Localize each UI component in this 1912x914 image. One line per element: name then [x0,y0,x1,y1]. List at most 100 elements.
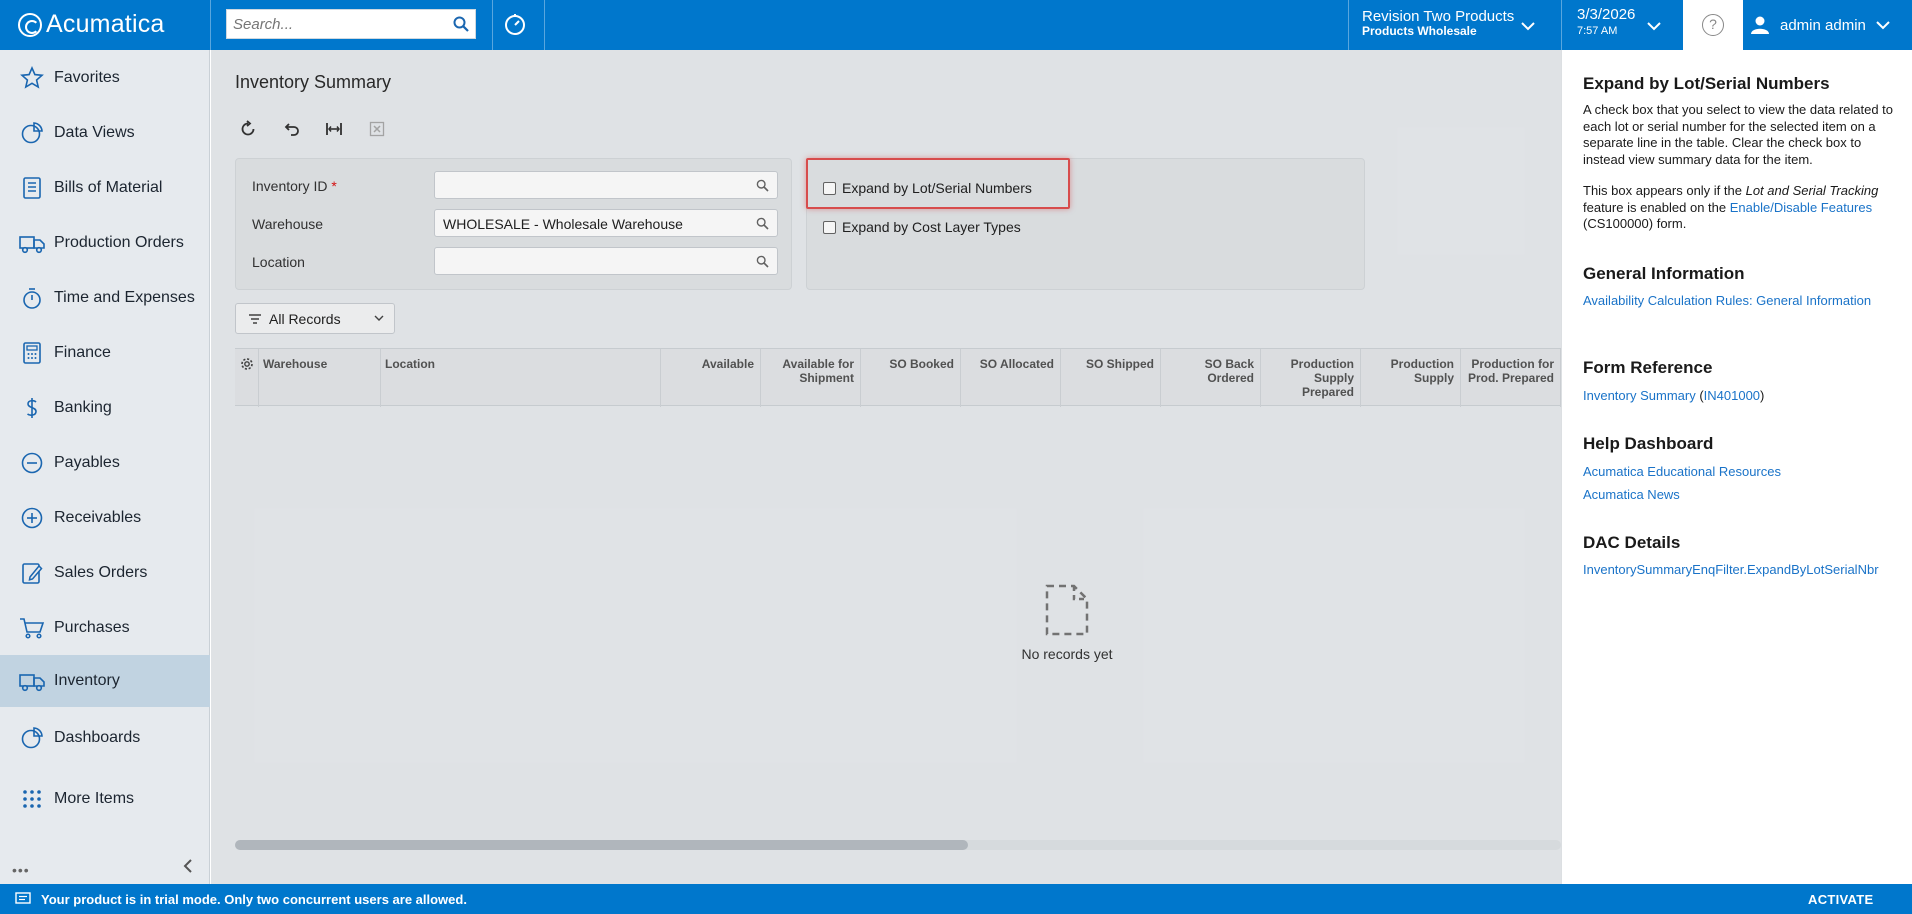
business-date[interactable]: 3/3/2026 7:57 AM [1577,7,1635,39]
search-icon[interactable] [756,217,769,233]
acumatica-news-link[interactable]: Acumatica News [1583,486,1903,504]
sidebar-footer: ••• [0,850,210,884]
fit-width-icon [326,123,342,135]
sidebar-item-production-orders[interactable]: Production Orders [0,217,210,269]
acumatica-logo[interactable]: Acumatica [18,10,165,39]
help-title: Expand by Lot/Serial Numbers [1583,74,1830,93]
horizontal-scrollbar[interactable] [235,840,1561,850]
tenant-branch: Products Wholesale [1362,24,1477,38]
sidebar-item-label: Finance [54,344,111,361]
enable-disable-features-link[interactable]: Enable/Disable Features [1730,200,1872,215]
educational-resources-link[interactable]: Acumatica Educational Resources [1583,463,1903,481]
sidebar-item-sales-orders[interactable]: Sales Orders [0,547,210,599]
refresh-button[interactable] [235,116,261,142]
activate-button[interactable]: ACTIVATE [1808,892,1873,907]
location-field[interactable] [434,247,778,275]
sidebar-item-finance[interactable]: Finance [0,327,210,379]
refresh-icon [241,120,255,136]
sidebar-item-receivables[interactable]: Receivables [0,492,210,544]
pie-chart-icon [19,725,45,751]
inventory-summary-link[interactable]: Inventory Summary [1583,388,1696,403]
collapse-sidebar-icon[interactable] [182,858,194,877]
tenant-selector[interactable]: Revision Two Products Products Wholesale [1362,9,1514,39]
trial-message: Your product is in trial mode. Only two … [41,892,467,907]
star-icon [19,65,45,91]
sidebar-item-time-and-expenses[interactable]: Time and Expenses [0,272,210,324]
truck-icon [19,230,45,256]
help-button[interactable]: ? [1683,0,1743,50]
column-header-so-allocated[interactable]: SO Allocated [961,349,1061,407]
chevron-down-icon[interactable] [1521,18,1535,34]
time-text: 7:57 AM [1577,25,1618,37]
location-label: Location [252,254,305,270]
sidebar-item-data-views[interactable]: Data Views [0,107,210,159]
empty-state: No records yet [1002,583,1132,662]
column-settings-button[interactable] [235,349,259,407]
sidebar-item-favorites[interactable]: Favorites [0,52,210,104]
dac-field-link[interactable]: InventorySummaryEnqFilter.ExpandByLotSer… [1583,561,1901,579]
global-search[interactable] [226,9,476,39]
column-header-production-supply[interactable]: Production Supply [1361,349,1461,407]
more-icon[interactable]: ••• [12,862,30,878]
sidebar-item-inventory[interactable]: Inventory [0,655,210,707]
undo-icon [284,123,299,136]
fit-to-screen-button[interactable] [321,116,347,142]
filter-dropdown[interactable]: All Records [235,303,395,334]
sidebar-item-banking[interactable]: Banking [0,382,210,434]
question-icon: ? [1702,14,1724,36]
inventory-id-field[interactable] [434,171,778,199]
export-excel-button[interactable] [364,116,390,142]
checkbox[interactable] [823,220,836,234]
sidebar-item-label: Dashboards [54,729,141,746]
expand-cost-layer-checkbox[interactable]: Expand by Cost Layer Types [823,219,1021,235]
grid-header: Warehouse Location Available Available f… [235,348,1561,407]
column-header-warehouse[interactable]: Warehouse [259,349,381,407]
excel-icon [369,121,385,137]
search-icon[interactable] [756,179,769,195]
help-panel: Expand by Lot/Serial Numbers A check box… [1561,50,1912,884]
sidebar-item-bills-of-material[interactable]: Bills of Material [0,162,210,214]
search-icon[interactable] [453,16,469,35]
general-information-heading: General Information [1583,264,1745,283]
sidebar-item-more-items[interactable]: More Items [0,773,210,825]
column-header-so-shipped[interactable]: SO Shipped [1061,349,1161,407]
sidebar-item-label: Data Views [54,124,135,141]
divider [1348,0,1349,50]
column-header-production-for-prod-prepared[interactable]: Production for Prod. Prepared [1461,349,1561,407]
sidebar-item-payables[interactable]: Payables [0,437,210,489]
column-header-available[interactable]: Available [661,349,761,407]
sidebar-item-label: Receivables [54,509,142,526]
column-header-so-booked[interactable]: SO Booked [861,349,961,407]
sidebar-item-dashboards[interactable]: Dashboards [0,712,210,764]
pie-chart-icon [19,120,45,146]
user-menu[interactable]: admin admin [1750,0,1890,50]
empty-document-icon [1045,584,1089,636]
edit-document-icon [19,560,45,586]
availability-calculation-rules-link[interactable]: Availability Calculation Rules: General … [1583,292,1903,310]
scrollbar-thumb[interactable] [235,840,968,850]
top-bar: Acumatica Revision Two Products Products… [0,0,1912,50]
message-icon [15,892,31,904]
inventory-id-label: Inventory ID * [252,178,337,194]
filter-icon [249,313,261,324]
sidebar-item-purchases[interactable]: Purchases [0,602,210,654]
warehouse-field[interactable]: WHOLESALE - Wholesale Warehouse [434,209,778,237]
form-code-link[interactable]: IN401000 [1704,388,1760,403]
column-header-production-supply-prepared[interactable]: Production Supply Prepared [1261,349,1361,407]
search-icon[interactable] [756,255,769,271]
trial-notice-bar: Your product is in trial mode. Only two … [0,884,1912,914]
stopwatch-icon [19,285,45,311]
column-header-location[interactable]: Location [381,349,661,407]
sidebar-item-label: Bills of Material [54,179,163,196]
date-text: 3/3/2026 [1577,6,1636,23]
calculator-icon [19,340,45,366]
history-button[interactable] [503,12,527,39]
column-header-available-for-shipment[interactable]: Available for Shipment [761,349,861,407]
empty-state-text: No records yet [1021,646,1113,662]
column-header-so-back-ordered[interactable]: SO Back Ordered [1161,349,1261,407]
chevron-down-icon[interactable] [1647,18,1661,34]
undo-button[interactable] [278,116,304,142]
sidebar-item-label: Payables [54,454,120,471]
chevron-down-icon [1876,21,1890,30]
search-input[interactable] [227,10,437,38]
